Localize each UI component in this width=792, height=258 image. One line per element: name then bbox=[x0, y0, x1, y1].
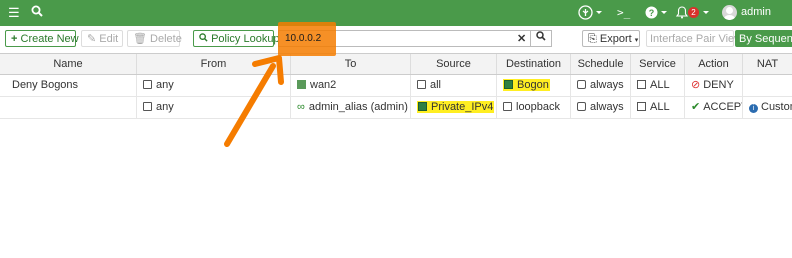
search-icon[interactable] bbox=[31, 5, 43, 21]
action-value: DENY bbox=[703, 79, 734, 91]
chevron-down-icon: ▾ bbox=[634, 37, 639, 44]
cell-nat bbox=[742, 75, 792, 96]
create-new-button[interactable]: + Create New bbox=[5, 30, 79, 47]
terminal-icon[interactable]: >_ bbox=[617, 5, 630, 21]
interface-pair-view-label: Interface Pair View bbox=[650, 33, 743, 45]
export-label: Export bbox=[599, 33, 632, 45]
policy-lookup-button[interactable]: Policy Lookup bbox=[193, 30, 280, 47]
cell-schedule: always bbox=[570, 97, 630, 118]
cell-action: ✔ACCEPT bbox=[684, 97, 742, 118]
cell-schedule: always bbox=[570, 75, 630, 96]
bell-icon[interactable] bbox=[675, 6, 689, 23]
cell-name: Deny Bogons bbox=[12, 79, 79, 91]
to-value: wan2 bbox=[310, 79, 337, 91]
antenna-icon[interactable] bbox=[578, 5, 593, 24]
highlighted-search-value: 10.0.0.2 bbox=[285, 33, 322, 44]
help-icon[interactable]: ? bbox=[645, 6, 658, 23]
notification-badge: 2 bbox=[688, 7, 699, 18]
export-icon: ⎘ bbox=[588, 33, 597, 45]
toolbar: + Create New ✎ Edit 🗑 Delete Policy Look… bbox=[0, 26, 792, 53]
interface-icon bbox=[143, 80, 152, 89]
cell-destination: Bogon bbox=[496, 75, 570, 96]
clear-icon[interactable]: ✕ bbox=[517, 32, 526, 45]
port-icon bbox=[297, 80, 306, 89]
cell-source: Private_IPv4 bbox=[410, 97, 496, 118]
export-button[interactable]: ⎘ Export ▾ bbox=[582, 30, 640, 47]
nat-value: Custom bbox=[761, 101, 792, 113]
check-icon: ✔ bbox=[691, 101, 701, 113]
trash-icon: 🗑 bbox=[133, 33, 147, 45]
search-button[interactable] bbox=[530, 30, 552, 47]
policy-lookup-label: Policy Lookup bbox=[211, 33, 280, 45]
from-value: any bbox=[156, 101, 174, 113]
interface-icon bbox=[143, 102, 152, 111]
column-header-to[interactable]: To bbox=[290, 54, 410, 74]
chevron-down-icon bbox=[596, 11, 602, 14]
service-value: ALL bbox=[650, 101, 670, 113]
service-icon bbox=[637, 80, 646, 89]
interface-pair-view-button[interactable]: Interface Pair View bbox=[646, 30, 742, 47]
cell-to: ∞ admin_alias (admin) bbox=[290, 97, 410, 118]
destination-value: Bogon bbox=[517, 79, 549, 91]
address-group-icon bbox=[418, 102, 427, 111]
annotation-arrow-icon bbox=[224, 55, 284, 147]
edit-button[interactable]: ✎ Edit bbox=[81, 30, 123, 47]
svg-text:?: ? bbox=[649, 8, 655, 18]
by-sequence-button[interactable]: By Sequence bbox=[735, 30, 792, 47]
deny-icon: ⊘ bbox=[691, 79, 701, 91]
schedule-icon bbox=[577, 102, 586, 111]
by-sequence-label: By Sequence bbox=[739, 33, 792, 45]
column-header-destination[interactable]: Destination bbox=[496, 54, 570, 74]
column-header-source[interactable]: Source bbox=[410, 54, 496, 74]
to-value: admin_alias (admin) bbox=[308, 101, 408, 113]
service-icon bbox=[637, 102, 646, 111]
hamburger-icon[interactable]: ☰ bbox=[8, 5, 20, 21]
table-row[interactable]: any ∞ admin_alias (admin) Private_IPv4 lo… bbox=[0, 97, 792, 119]
link-icon: ∞ bbox=[297, 101, 305, 113]
table-row[interactable]: Deny Bogons any wan2 all Bogon always AL… bbox=[0, 75, 792, 97]
column-header-action[interactable]: Action bbox=[684, 54, 742, 74]
chevron-down-icon bbox=[661, 11, 667, 14]
search-icon bbox=[536, 31, 546, 41]
column-header-service[interactable]: Service bbox=[630, 54, 684, 74]
column-header-name[interactable]: Name bbox=[0, 54, 136, 74]
pencil-icon: ✎ bbox=[87, 33, 97, 45]
search-icon bbox=[199, 33, 211, 45]
avatar[interactable] bbox=[722, 5, 737, 20]
column-header-nat[interactable]: NAT bbox=[742, 54, 792, 74]
edit-label: Edit bbox=[99, 33, 119, 45]
user-name[interactable]: admin bbox=[741, 6, 771, 18]
service-value: ALL bbox=[650, 79, 670, 91]
schedule-icon bbox=[577, 80, 586, 89]
create-new-label: Create New bbox=[20, 33, 79, 45]
action-value: ACCEPT bbox=[703, 101, 742, 113]
table-header: Name From To Source Destination Schedule… bbox=[0, 53, 792, 75]
info-icon: i bbox=[749, 104, 758, 113]
source-value: all bbox=[430, 79, 442, 91]
plus-icon: + bbox=[11, 33, 18, 45]
destination-value: loopback bbox=[516, 101, 561, 113]
schedule-value: always bbox=[590, 101, 624, 113]
cell-service: ALL bbox=[630, 97, 684, 118]
column-header-schedule[interactable]: Schedule bbox=[570, 54, 630, 74]
cell-nat: iCustom bbox=[742, 97, 792, 118]
from-value: any bbox=[156, 79, 174, 91]
address-icon bbox=[503, 102, 512, 111]
address-icon bbox=[417, 80, 426, 89]
cell-service: ALL bbox=[630, 75, 684, 96]
address-group-icon bbox=[504, 80, 513, 89]
cell-action: ⊘ DENY bbox=[684, 75, 742, 96]
cell-name bbox=[0, 97, 136, 118]
schedule-value: always bbox=[590, 79, 624, 91]
delete-label: Delete bbox=[150, 33, 182, 45]
cell-to: wan2 bbox=[290, 75, 410, 96]
source-value: Private_IPv4 bbox=[431, 101, 494, 113]
cell-source: all bbox=[410, 75, 496, 96]
chevron-down-icon bbox=[703, 11, 709, 14]
top-bar: ☰ >_ ? 2 admin bbox=[0, 0, 792, 26]
cell-destination: loopback bbox=[496, 97, 570, 118]
delete-button[interactable]: 🗑 Delete bbox=[127, 30, 182, 47]
